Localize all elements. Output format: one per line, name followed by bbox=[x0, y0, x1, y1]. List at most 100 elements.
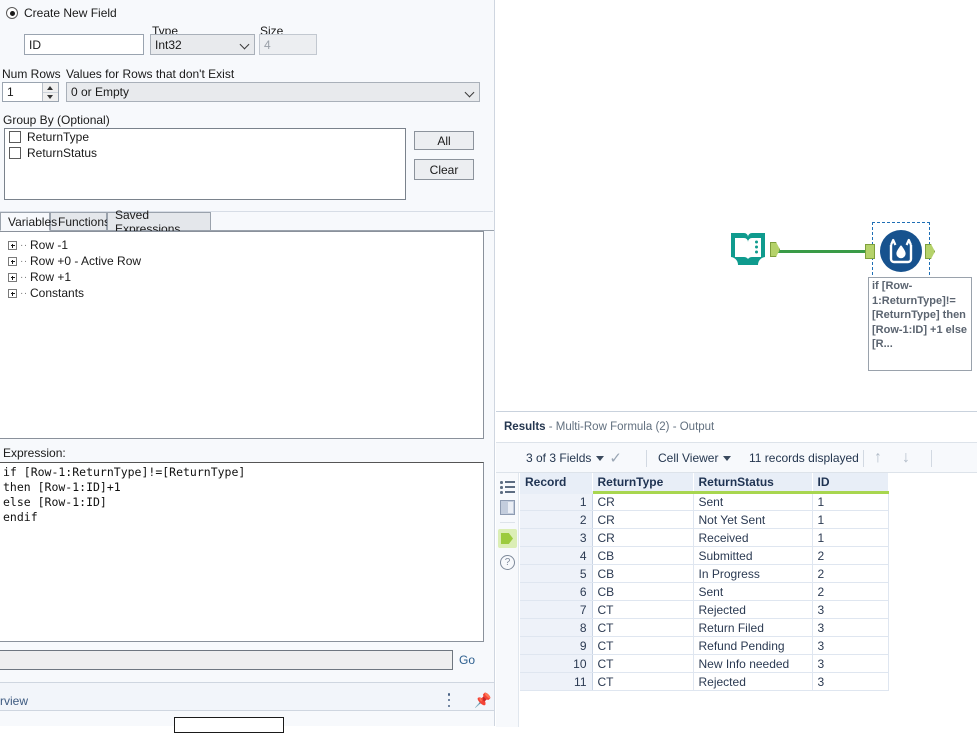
overview-thumbnail[interactable] bbox=[174, 717, 284, 733]
pin-icon[interactable]: 📌 bbox=[474, 693, 491, 707]
cell-returntype: CB bbox=[592, 582, 694, 601]
create-new-field-radio-row[interactable]: Create New Field bbox=[6, 6, 117, 20]
metadata-list-icon[interactable] bbox=[500, 480, 515, 495]
table-row[interactable]: 5 CB In Progress 2 bbox=[520, 564, 889, 583]
cell-returntype: CB bbox=[592, 546, 694, 565]
input-port[interactable] bbox=[865, 244, 875, 259]
output-port[interactable] bbox=[770, 242, 780, 257]
config-top-section: Create New Field Type Size ID Int32 4 Nu… bbox=[0, 0, 493, 212]
table-row[interactable]: 4 CB Submitted 2 bbox=[520, 546, 889, 565]
cell-returnstatus: New Info needed bbox=[693, 654, 813, 673]
chevron-down-icon[interactable] bbox=[596, 455, 605, 461]
values-for-rows-value: 0 or Empty bbox=[71, 85, 130, 99]
help-icon[interactable]: ? bbox=[500, 555, 515, 570]
table-row[interactable]: 1 CR Sent 1 bbox=[520, 492, 889, 511]
view-mode-selector[interactable]: Cell Viewer bbox=[658, 451, 732, 465]
group-by-list[interactable]: ReturnType ReturnStatus bbox=[4, 128, 406, 200]
expand-icon[interactable] bbox=[8, 256, 17, 266]
results-side-icons: ? bbox=[496, 473, 519, 727]
tree-item-row-plus-1[interactable]: ·· Row +1 bbox=[0, 269, 483, 285]
search-input[interactable] bbox=[0, 650, 453, 670]
group-by-item-label: ReturnStatus bbox=[27, 146, 98, 160]
fields-selector[interactable]: 3 of 3 Fields ✓ bbox=[526, 451, 622, 466]
scroll-up-icon[interactable]: ↑ bbox=[874, 449, 882, 467]
cell-returnstatus: In Progress bbox=[693, 564, 813, 583]
connection-line[interactable] bbox=[770, 250, 867, 253]
values-for-rows-select[interactable]: 0 or Empty bbox=[66, 82, 480, 102]
table-row[interactable]: 7 CT Rejected 3 bbox=[520, 600, 889, 619]
tool-annotation: if [Row-1:ReturnType]!=[ReturnType] then… bbox=[868, 277, 972, 371]
num-rows-stepper-buttons[interactable] bbox=[42, 83, 58, 101]
cell-returnstatus: Rejected bbox=[693, 600, 813, 619]
expand-icon[interactable] bbox=[8, 288, 17, 298]
group-by-item[interactable]: ReturnStatus bbox=[5, 145, 405, 161]
results-panel: Results - Multi-Row Formula (2) - Output… bbox=[496, 411, 977, 727]
group-by-checkbox[interactable] bbox=[9, 131, 21, 143]
num-rows-increment-button[interactable] bbox=[43, 83, 58, 93]
group-by-checkbox[interactable] bbox=[9, 147, 21, 159]
tab-variables[interactable]: Variables bbox=[0, 212, 57, 231]
type-select-value: Int32 bbox=[155, 37, 182, 52]
tree-item-row-minus-1[interactable]: ·· Row -1 bbox=[0, 237, 483, 253]
num-rows-decrement-button[interactable] bbox=[43, 92, 58, 101]
table-row[interactable]: 8 CT Return Filed 3 bbox=[520, 618, 889, 637]
cell-id: 3 bbox=[812, 600, 889, 619]
tab-functions[interactable]: Functions bbox=[50, 212, 110, 231]
table-row[interactable]: 6 CB Sent 2 bbox=[520, 582, 889, 601]
table-row[interactable]: 3 CR Received 1 bbox=[520, 528, 889, 547]
text-input-tool[interactable] bbox=[728, 229, 780, 269]
table-row[interactable]: 2 CR Not Yet Sent 1 bbox=[520, 510, 889, 529]
column-header-returnstatus[interactable]: ReturnStatus bbox=[693, 473, 813, 494]
cell-returntype: CT bbox=[592, 618, 694, 637]
cell-record: 9 bbox=[520, 636, 593, 655]
group-by-item-label: ReturnType bbox=[27, 130, 90, 144]
chevron-down-icon bbox=[466, 88, 475, 97]
tree-connector: ·· bbox=[20, 271, 28, 283]
tree-item-constants[interactable]: ·· Constants bbox=[0, 285, 483, 301]
output-anchor-icon[interactable] bbox=[498, 529, 517, 548]
cell-returnstatus: Received bbox=[693, 528, 813, 547]
toolbar-separator bbox=[931, 450, 932, 467]
output-port[interactable] bbox=[925, 244, 935, 259]
chevron-down-icon[interactable] bbox=[723, 455, 732, 461]
variables-tree[interactable]: ·· Row -1 ·· Row +0 - Active Row ·· Row … bbox=[0, 231, 484, 439]
group-by-item[interactable]: ReturnType bbox=[5, 129, 405, 145]
results-toolbar: 3 of 3 Fields ✓ Cell Viewer 11 records d… bbox=[496, 442, 977, 473]
num-rows-label: Num Rows bbox=[2, 67, 61, 81]
column-header-id[interactable]: ID bbox=[812, 473, 889, 494]
results-grid[interactable]: Record ReturnType ReturnStatus ID 1 CR S… bbox=[520, 473, 977, 691]
tree-item-row-plus-0[interactable]: ·· Row +0 - Active Row bbox=[0, 253, 483, 269]
table-row[interactable]: 10 CT New Info needed 3 bbox=[520, 654, 889, 673]
num-rows-stepper[interactable]: 1 bbox=[2, 82, 59, 102]
cell-record: 4 bbox=[520, 546, 593, 565]
results-title-bold: Results bbox=[504, 421, 546, 433]
expression-editor[interactable]: if [Row-1:ReturnType]!=[ReturnType] then… bbox=[0, 462, 484, 642]
configuration-panel: Create New Field Type Size ID Int32 4 Nu… bbox=[0, 0, 495, 733]
num-rows-value[interactable]: 1 bbox=[3, 83, 42, 101]
field-name-input[interactable]: ID bbox=[24, 34, 144, 55]
cell-id: 1 bbox=[812, 492, 889, 511]
column-header-record[interactable]: Record bbox=[520, 473, 593, 494]
table-row[interactable]: 11 CT Rejected 3 bbox=[520, 672, 889, 691]
select-all-button[interactable]: All bbox=[414, 131, 474, 150]
scroll-down-icon[interactable]: ↓ bbox=[902, 449, 910, 467]
panel-layout-icon[interactable] bbox=[500, 500, 515, 515]
expand-icon[interactable] bbox=[8, 272, 17, 282]
more-options-icon[interactable] bbox=[447, 693, 451, 707]
column-header-returntype[interactable]: ReturnType bbox=[592, 473, 694, 494]
cell-returnstatus: Sent bbox=[693, 492, 813, 511]
clear-selection-button[interactable]: Clear bbox=[414, 159, 474, 180]
type-select[interactable]: Int32 bbox=[150, 34, 255, 55]
table-body: 1 CR Sent 1 2 CR Not Yet Sent 1 3 CR Rec… bbox=[520, 492, 889, 691]
toolbar-separator bbox=[863, 450, 864, 467]
workflow-canvas[interactable]: if [Row-1:ReturnType]!=[ReturnType] then… bbox=[496, 0, 977, 411]
multi-row-formula-tool[interactable] bbox=[865, 222, 935, 280]
create-new-field-radio[interactable] bbox=[6, 7, 18, 19]
expand-icon[interactable] bbox=[8, 240, 17, 250]
table-row[interactable]: 9 CT Refund Pending 3 bbox=[520, 636, 889, 655]
records-displayed-label: 11 records displayed bbox=[749, 451, 859, 465]
tab-saved-expressions[interactable]: Saved Expressions bbox=[107, 208, 211, 236]
go-button[interactable]: Go bbox=[459, 653, 475, 667]
check-icon[interactable]: ✓ bbox=[609, 451, 622, 466]
side-icons-divider bbox=[500, 522, 515, 523]
